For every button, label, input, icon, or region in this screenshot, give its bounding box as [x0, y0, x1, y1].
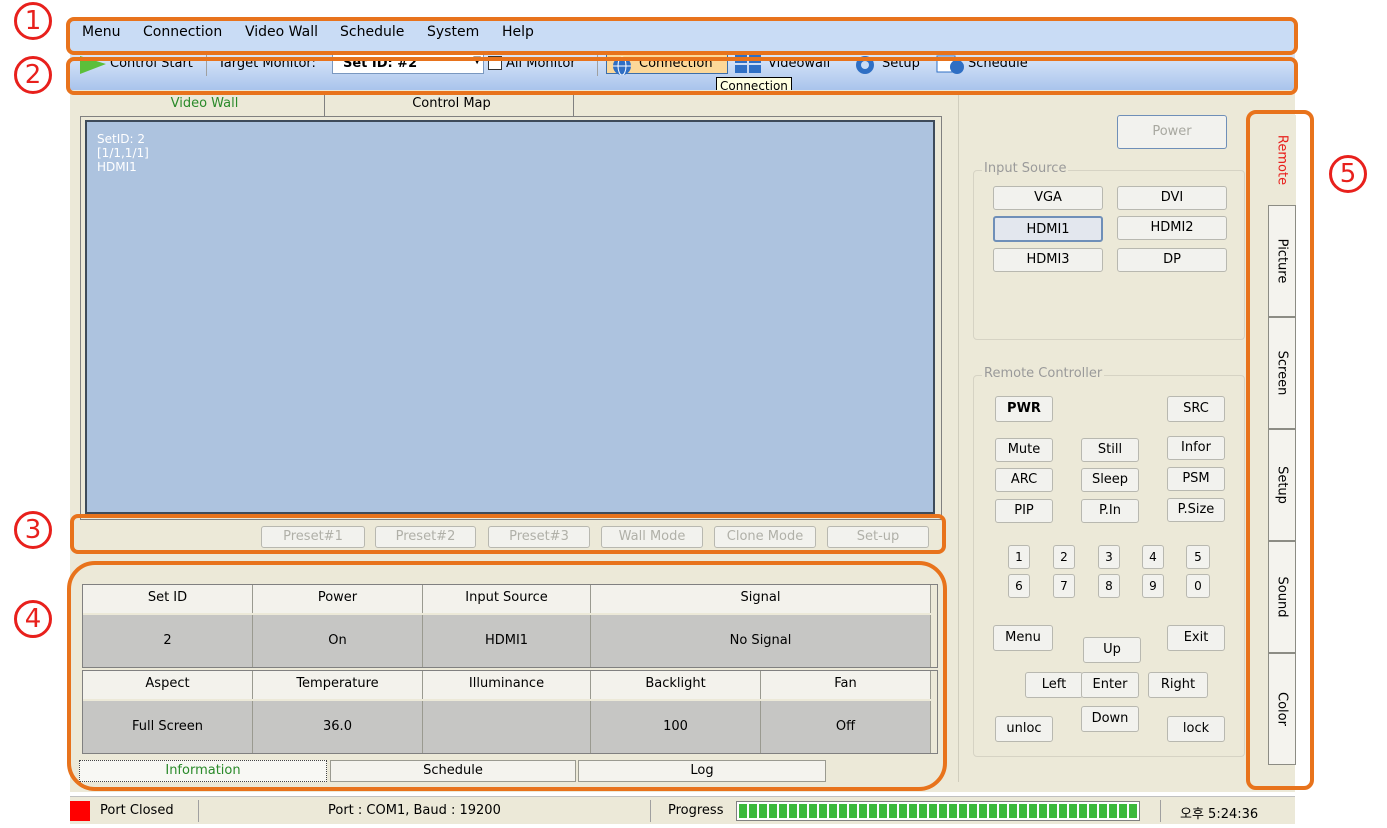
input-source-label: Input Source: [982, 161, 1069, 176]
num-8-button[interactable]: 8: [1098, 574, 1120, 598]
sleep-button[interactable]: Sleep: [1081, 468, 1139, 492]
vga-button[interactable]: VGA: [993, 186, 1103, 210]
still-button[interactable]: Still: [1081, 438, 1139, 462]
separator: [198, 800, 199, 822]
separator: [1160, 800, 1161, 822]
progress-label: Progress: [668, 803, 724, 818]
exit-button[interactable]: Exit: [1167, 625, 1225, 651]
mute-button[interactable]: Mute: [995, 438, 1053, 462]
num-5-button[interactable]: 5: [1186, 545, 1210, 569]
up-button[interactable]: Up: [1083, 637, 1141, 663]
pwr-button[interactable]: PWR: [995, 396, 1053, 422]
progress-fill: [739, 804, 1137, 818]
clock: 오후 5:24:36: [1180, 807, 1259, 822]
num-9-button[interactable]: 9: [1142, 574, 1164, 598]
hdmi2-button[interactable]: HDMI2: [1117, 216, 1227, 240]
port-status-indicator: [70, 801, 90, 821]
lock-button[interactable]: lock: [1167, 716, 1225, 742]
callout-5: 5: [1329, 155, 1367, 193]
remote-controller-label: Remote Controller: [982, 366, 1105, 381]
infor-button[interactable]: Infor: [1167, 436, 1225, 460]
port-info: Port : COM1, Baud : 19200: [328, 803, 501, 818]
menu-button[interactable]: Menu: [993, 625, 1053, 651]
annotation-box-toolbar: [66, 57, 1298, 95]
annotation-box-info: [67, 561, 947, 791]
callout-1: 1: [14, 2, 52, 40]
num-2-button[interactable]: 2: [1053, 545, 1075, 569]
hdmi3-button[interactable]: HDMI3: [993, 248, 1103, 272]
annotation-box-side-tabs: [1246, 110, 1314, 790]
right-button[interactable]: Right: [1148, 672, 1208, 698]
status-bar: Port Closed Port : COM1, Baud : 19200 Pr…: [70, 796, 1295, 824]
tab-control-map[interactable]: Control Map: [330, 92, 574, 116]
tab-video-wall[interactable]: Video Wall: [85, 92, 325, 116]
num-3-button[interactable]: 3: [1098, 545, 1120, 569]
separator: [650, 800, 651, 822]
arc-button[interactable]: ARC: [995, 468, 1053, 492]
psm-button[interactable]: PSM: [1167, 467, 1225, 491]
src-button[interactable]: SRC: [1167, 396, 1225, 422]
p-size-button[interactable]: P.Size: [1167, 498, 1225, 522]
dvi-button[interactable]: DVI: [1117, 186, 1227, 210]
left-button[interactable]: Left: [1025, 672, 1083, 698]
callout-3: 3: [14, 511, 52, 549]
progress-bar: [736, 801, 1140, 821]
num-6-button[interactable]: 6: [1008, 574, 1030, 598]
down-button[interactable]: Down: [1081, 706, 1139, 732]
port-state: Port Closed: [100, 803, 174, 818]
num-4-button[interactable]: 4: [1142, 545, 1164, 569]
num-7-button[interactable]: 7: [1053, 574, 1075, 598]
power-button[interactable]: Power: [1117, 115, 1227, 149]
callout-2: 2: [14, 56, 52, 94]
unlock-button[interactable]: unloc: [995, 716, 1053, 742]
enter-button[interactable]: Enter: [1081, 672, 1139, 698]
annotation-box-menu: [66, 17, 1298, 55]
wall-set-id: SetID: 2: [97, 132, 145, 146]
p-in-button[interactable]: P.In: [1081, 499, 1139, 523]
annotation-box-presets: [70, 514, 946, 554]
dp-button[interactable]: DP: [1117, 248, 1227, 272]
wall-position: [1/1,1/1]: [97, 146, 149, 160]
wall-source: HDMI1: [97, 160, 137, 174]
num-1-button[interactable]: 1: [1008, 545, 1030, 569]
pip-button[interactable]: PIP: [995, 499, 1053, 523]
num-0-button[interactable]: 0: [1186, 574, 1210, 598]
hdmi1-button[interactable]: HDMI1: [993, 216, 1103, 242]
video-wall-cell[interactable]: SetID: 2 [1/1,1/1] HDMI1: [85, 120, 935, 514]
callout-4: 4: [14, 600, 52, 638]
